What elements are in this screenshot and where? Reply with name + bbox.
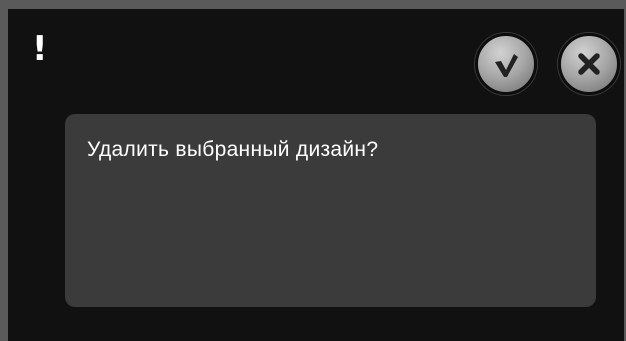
confirm-delete-dialog: ! Удалить выбранный дизайн? (0, 0, 626, 341)
dialog-message: Удалить выбранный дизайн? (87, 138, 379, 161)
alert-icon: ! (32, 29, 48, 69)
confirm-button[interactable] (475, 33, 537, 95)
checkmark-icon (495, 54, 518, 77)
message-panel: Удалить выбранный дизайн? (65, 114, 596, 307)
cancel-button[interactable] (558, 33, 620, 95)
close-icon (578, 53, 600, 75)
